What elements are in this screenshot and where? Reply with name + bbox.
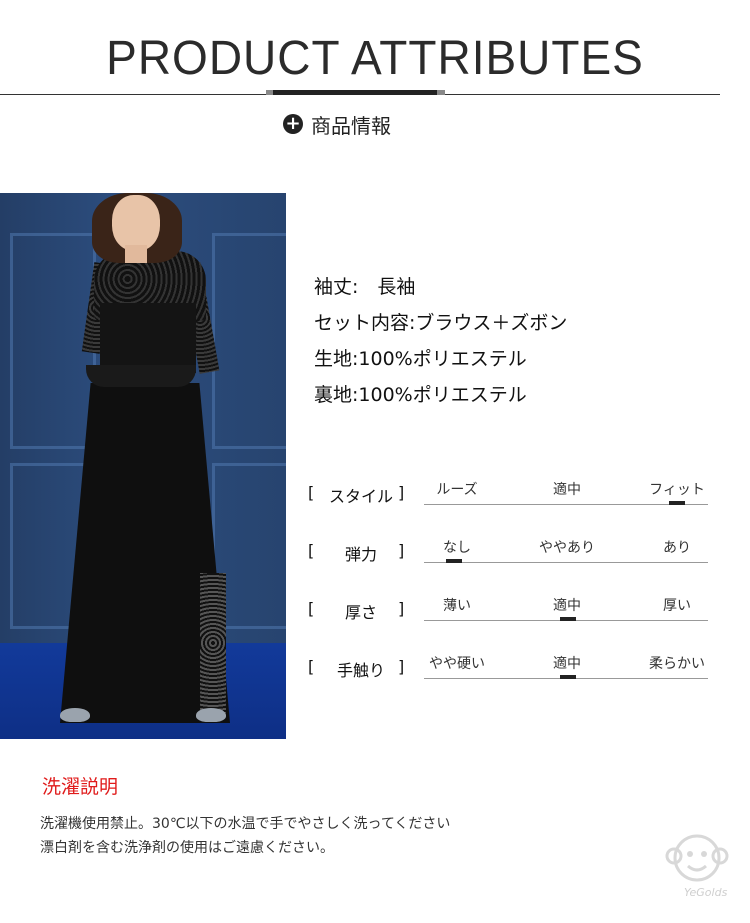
scale-option: やや硬い: [429, 656, 485, 672]
washing-title: 洗濯説明: [42, 776, 119, 798]
scale-option: 適中: [553, 598, 581, 614]
scale-option: あり: [663, 540, 691, 556]
scale-label: スタイル: [328, 487, 393, 506]
scale-option: 柔らかい: [649, 656, 705, 672]
scale-label: 厚さ: [344, 603, 377, 622]
watermark-text: YeGolds: [684, 886, 728, 899]
scale-marker: [560, 617, 576, 621]
washing-line: 漂白剤を含む洗浄剤の使用はご遠慮ください。: [40, 840, 334, 856]
scale-track: [424, 504, 708, 505]
subtitle-text: 商品情報: [311, 113, 391, 138]
washing-line: 洗濯機使用禁止。30℃以下の水温で手でやさしく洗ってください: [40, 816, 451, 832]
scale-option: 薄い: [443, 598, 471, 614]
attribute-set-contents: セット内容:ブラウス＋ズボン: [314, 312, 568, 334]
scale-option: 適中: [553, 482, 581, 498]
scale-texture: [ 手触り ] やや硬い 適中 柔らかい: [308, 656, 718, 687]
divider-accent: [273, 90, 437, 95]
product-photo: [0, 193, 286, 739]
scale-label: 弾力: [344, 545, 377, 564]
attribute-fabric: 生地:100%ポリエステル: [314, 348, 527, 370]
section-subtitle: + 商品情報: [283, 112, 391, 138]
attribute-sleeve: 袖丈: 長袖: [314, 276, 416, 298]
scale-elasticity: [ 弾力 ] なし ややあり あり: [308, 540, 718, 571]
scale-track: [424, 562, 708, 563]
attribute-lining: 裏地:100%ポリエステル: [314, 384, 527, 406]
scale-label: 手触り: [336, 661, 385, 680]
scale-marker: [446, 559, 462, 563]
attribute-list: 袖丈: 長袖 セット内容:ブラウス＋ズボン 生地:100%ポリエステル 裏地:1…: [314, 275, 567, 419]
scale-option: ルーズ: [436, 482, 478, 498]
scale-option: 厚い: [663, 598, 691, 614]
scale-thickness: [ 厚さ ] 薄い 適中 厚い: [308, 598, 718, 629]
scale-style: [ スタイル ] ルーズ 適中 フィット: [308, 482, 718, 513]
scale-marker: [669, 501, 685, 505]
plus-circle-icon: +: [283, 114, 303, 134]
scale-marker: [560, 675, 576, 679]
scale-option: フィット: [649, 482, 705, 498]
scale-option: 適中: [553, 656, 581, 672]
scale-option: なし: [443, 540, 471, 556]
page-title: PRODUCT ATTRIBUTES: [106, 29, 644, 85]
scale-option: ややあり: [539, 540, 595, 556]
divider-accent-right: [437, 90, 445, 95]
